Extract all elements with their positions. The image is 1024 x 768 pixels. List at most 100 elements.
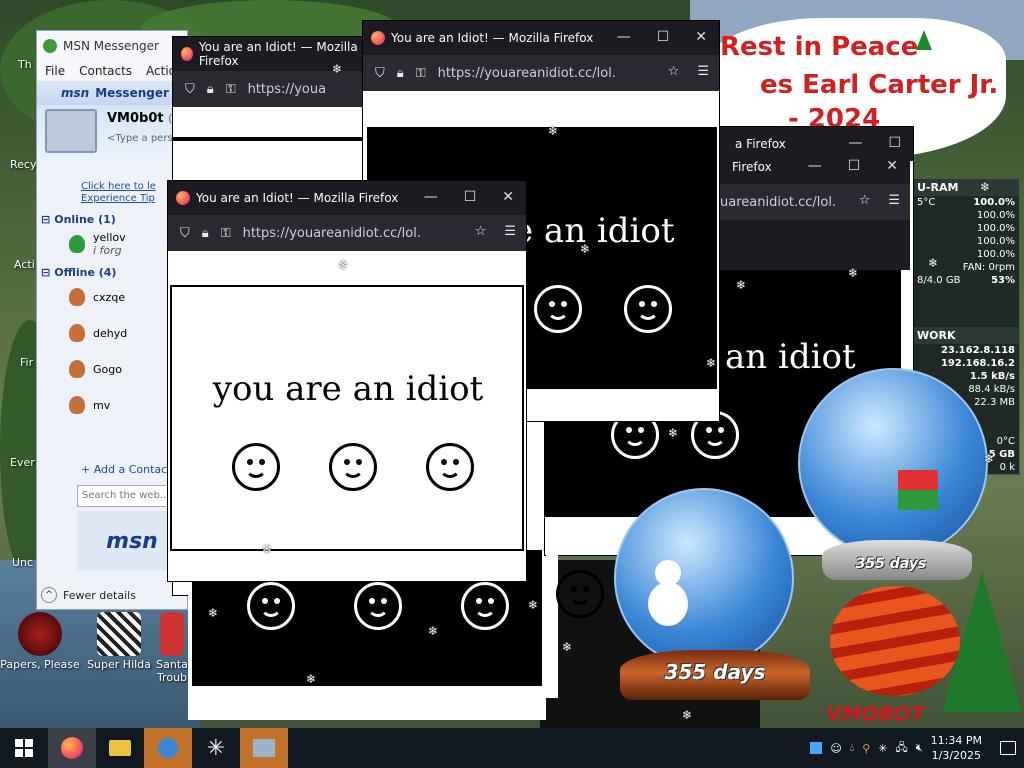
desktop-icon-label[interactable]: Fir [20,356,33,369]
maximize-icon[interactable]: ☐ [657,29,670,45]
msn-menubar: File Contacts Action [37,61,187,81]
firefox-icon [181,47,193,61]
message-heading: you are an idiot [188,369,508,409]
desktop-icon-label[interactable]: Recy [10,158,36,171]
permissions-icon[interactable]: ⚿ [416,66,426,81]
snowflake-icon: ❄ [668,426,679,440]
contact-item[interactable]: mv [41,387,187,423]
offline-buddy-icon [69,288,85,306]
maximize-icon[interactable]: ☐ [888,135,901,151]
url-bar[interactable]: https://youareanidiot.cc/lol. [243,226,421,241]
maximize-icon[interactable]: ☐ [848,158,861,174]
username[interactable]: VM0b0t (O [107,111,181,126]
gadget-row: 100.0% [976,223,1015,234]
taskbar-msn[interactable] [144,728,192,768]
rip-line-1: Rest in Peace [720,32,919,62]
close-icon[interactable]: ✕ [886,158,898,174]
firefox-window[interactable]: Firefox — ☐ ✕ uareanidiot.cc/lol. ☆ ☰ [720,150,910,270]
avatar[interactable] [45,109,97,153]
network-header: WORK [913,327,1019,344]
tray-drop-icon[interactable]: 💧︎ [850,741,854,755]
taskbar-file-explorer[interactable] [96,728,144,768]
maximize-icon[interactable]: ☐ [464,189,477,205]
menu-icon[interactable]: ☰ [888,193,900,208]
firefox-title-bar[interactable]: Firefox — ☐ ✕ [720,150,910,184]
firefox-icon [176,191,190,205]
lock-icon[interactable]: 🔒︎ [207,82,214,97]
lock-icon[interactable]: 🔒︎ [397,66,404,81]
close-icon[interactable]: ✕ [502,189,514,205]
desktop-icon-label: Papers, Please [0,658,80,671]
taskbar-app[interactable] [240,728,288,768]
help-link-line: Click here to le [81,181,156,192]
close-icon[interactable]: ✕ [695,29,707,45]
contact-item[interactable]: cxzqe [41,279,187,315]
url-bar[interactable]: https://youareanidiot.cc/lol. [438,66,616,81]
window-title: You are an Idiot! — Mozilla Firefox [198,40,358,68]
url-bar[interactable]: https://youa [248,82,326,97]
minimize-icon[interactable]: — [617,29,631,45]
volume-muted-icon[interactable]: 🔇︎ [916,741,923,755]
days-counter: 355 days [664,660,766,684]
tray-search-icon[interactable]: ⚲ [862,742,870,755]
taskbar-firefox[interactable] [48,728,96,768]
firefox-nav-bar: ⛉ 🔒︎ ⚿ https://youareanidiot.cc/lol. ☆ ☰ [363,55,719,91]
permissions-icon[interactable]: ⚿ [221,226,231,241]
snowman-icon [648,560,688,640]
tray-app-icon[interactable] [810,742,823,754]
message-heading: an idiot [725,337,856,377]
firefox-title-bar[interactable]: You are an Idiot! — Mozilla Firefox — ☐ ✕ [363,21,719,55]
group-offline[interactable]: ⊟ Offline (4) [41,266,187,279]
desktop-icon-label[interactable]: Th [18,58,32,71]
menu-file[interactable]: File [45,64,65,78]
minimize-icon[interactable]: — [808,158,822,174]
url-bar[interactable]: uareanidiot.cc/lol. [720,195,836,210]
contact-item[interactable]: yellov i forg [41,226,187,262]
shield-icon[interactable]: ⛉ [375,66,385,81]
contact-item[interactable]: Gogo [41,351,187,387]
snow-globe-small [798,368,988,558]
start-button[interactable] [0,728,48,768]
desktop-icon-papers-please[interactable]: Papers, Please [0,612,80,671]
desktop-icon-super-hilda[interactable]: Super Hilda [80,612,158,671]
super-hilda-icon [97,612,141,656]
taskbar-snowflake-app[interactable]: ✳ [192,728,240,768]
tray-msn-icon[interactable]: ☺ [830,742,841,755]
star-icon[interactable]: ☆ [475,224,487,239]
snowflake-icon: ❄ [736,278,747,292]
add-contact-link[interactable]: + Add a Contact [81,463,172,476]
star-icon[interactable]: ☆ [668,64,680,79]
contact-item[interactable]: dehyd [41,315,187,351]
permissions-icon[interactable]: ⚿ [226,82,236,97]
desktop-icon-label[interactable]: Ever [10,456,35,469]
shield-icon[interactable]: ⛉ [185,82,195,97]
firefox-window-front[interactable]: You are an Idiot! — Mozilla Firefox — ☐ ✕ … [167,180,527,582]
fewer-details-button[interactable]: ^ Fewer details [41,587,136,603]
desktop-icon-label[interactable]: Acti [14,258,35,271]
tray-snowflake-icon[interactable]: ✳ [878,742,887,755]
msn-title-bar[interactable]: MSN Messenger [37,31,187,61]
smiley-icon [425,443,474,491]
msn-messenger-window[interactable]: MSN Messenger File Contacts Action msn M… [36,30,188,610]
window-controls: — ☐ ✕ [808,158,898,174]
group-online[interactable]: ⊟ Online (1) [41,213,187,226]
smiley-partial [556,570,604,618]
personal-message[interactable]: <Type a pers [107,133,173,144]
firefox-title-bar[interactable]: You are an Idiot! — Mozilla Firefox — ☐ ✕ [168,181,526,215]
minimize-icon[interactable]: — [424,189,438,205]
star-icon[interactable]: ☆ [859,193,871,208]
menu-icon[interactable]: ☰ [697,64,709,79]
minimize-icon[interactable]: — [848,135,862,151]
notification-icon[interactable] [1000,741,1016,755]
desktop-icon-label[interactable]: Unc [12,556,33,569]
smiley-icon [624,285,672,333]
lock-icon[interactable]: 🔒︎ [202,226,209,241]
help-link[interactable]: Click here to le Experience Tip [81,181,156,205]
collapse-icon: ⊟ [41,213,51,226]
menu-icon[interactable]: ☰ [504,224,516,239]
msn-profile: VM0b0t (O <Type a pers [37,105,187,169]
shield-icon[interactable]: ⛉ [180,226,190,241]
menu-contacts[interactable]: Contacts [79,64,132,78]
network-icon[interactable]: 🖧︎ [895,739,907,758]
clock[interactable]: 11:34 PM 1/3/2025 [931,733,982,763]
